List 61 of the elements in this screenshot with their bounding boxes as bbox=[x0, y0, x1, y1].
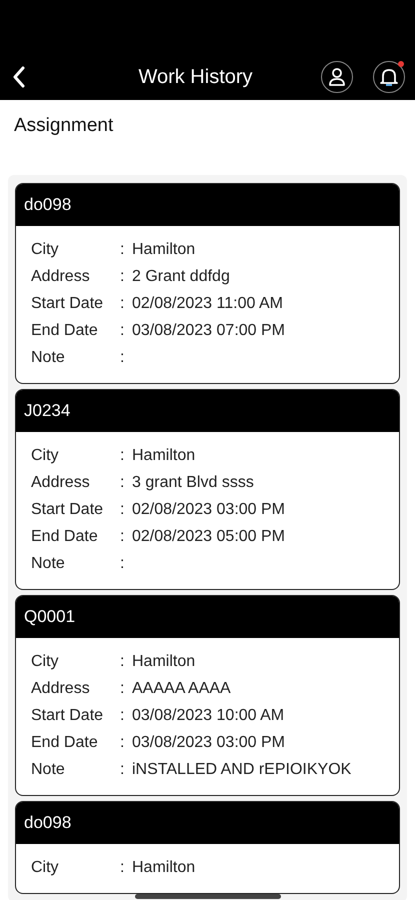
field-value: 03/08/2023 07:00 PM bbox=[132, 322, 286, 340]
page-title: Work History bbox=[137, 66, 254, 88]
field-label: Start Date bbox=[31, 500, 104, 518]
field-value: 03/08/2023 10:00 AM bbox=[132, 706, 284, 724]
field-value: 02/08/2023 05:00 PM bbox=[132, 528, 286, 546]
notification-button[interactable] bbox=[373, 61, 405, 93]
field-colon: : bbox=[120, 294, 126, 312]
field-label: Start Date bbox=[31, 294, 104, 312]
field-value: 03/08/2023 03:00 PM bbox=[132, 734, 286, 752]
field-colon: : bbox=[120, 322, 126, 340]
field-colon: : bbox=[120, 706, 126, 724]
field-label: Address bbox=[31, 680, 91, 698]
assignment-code: do098 bbox=[24, 813, 72, 833]
field-colon: : bbox=[120, 268, 126, 286]
field-value: AAAAA AAAA bbox=[132, 680, 231, 698]
field-label: City bbox=[31, 858, 60, 876]
assignment-code: J0234 bbox=[24, 401, 70, 421]
field-label: City bbox=[31, 652, 60, 670]
field-label: Note bbox=[31, 760, 66, 778]
field-colon: : bbox=[120, 760, 126, 778]
field-colon: : bbox=[120, 528, 126, 546]
field-colon: : bbox=[120, 500, 126, 518]
field-value: Hamilton bbox=[132, 858, 196, 876]
field-label: City bbox=[31, 240, 60, 258]
field-value: iNSTALLED AND rEPIOIKYOK bbox=[132, 760, 352, 778]
back-icon bbox=[12, 66, 26, 88]
assignment-card[interactable]: J0234 City : Hamilton Address : 3 grant Blvd ssss Start Date : 02/08/2023 03:00 PM End Date : 02/08/2023 05:00 PM Note : bbox=[15, 389, 400, 590]
profile-button[interactable] bbox=[321, 61, 353, 93]
field-colon: : bbox=[120, 348, 126, 366]
field-value: Hamilton bbox=[132, 446, 196, 464]
assignment-code: do098 bbox=[24, 195, 72, 215]
field-label: Address bbox=[31, 474, 91, 492]
field-value: 3 grant Blvd ssss bbox=[132, 474, 254, 492]
field-label: Note bbox=[31, 348, 66, 366]
field-value: 02/08/2023 03:00 PM bbox=[132, 500, 286, 518]
field-label: End Date bbox=[31, 528, 99, 546]
assignment-code: Q0001 bbox=[24, 607, 76, 627]
field-colon: : bbox=[120, 446, 126, 464]
field-value: 2 Grant ddfdg bbox=[132, 268, 230, 286]
field-value: Hamilton bbox=[132, 652, 196, 670]
field-colon: : bbox=[120, 652, 126, 670]
field-colon: : bbox=[120, 734, 126, 752]
assignment-card[interactable]: Q0001 City : Hamilton Address : AAAAA AAAA Start Date : 03/08/2023 10:00 AM End Date : 03/08/2023 03:00 PM Note : iNSTALLED AND rEPIOIKYOK bbox=[15, 595, 400, 796]
field-label: End Date bbox=[31, 322, 99, 340]
field-label: Note bbox=[31, 554, 66, 572]
field-colon: : bbox=[120, 680, 126, 698]
field-label: Address bbox=[31, 268, 91, 286]
bell-icon bbox=[380, 67, 398, 87]
section-title: Assignment bbox=[13, 114, 114, 138]
field-label: Start Date bbox=[31, 706, 104, 724]
person-icon bbox=[328, 67, 346, 87]
field-value: 02/08/2023 11:00 AM bbox=[132, 294, 283, 312]
field-label: End Date bbox=[31, 734, 99, 752]
field-colon: : bbox=[120, 554, 126, 572]
field-colon: : bbox=[120, 858, 126, 876]
field-value: Hamilton bbox=[132, 240, 196, 258]
field-colon: : bbox=[120, 474, 126, 492]
assignment-card[interactable]: do098 City : Hamilton Address : 2 Grant ddfdg Start Date : 02/08/2023 11:00 AM End Date : 03/08/2023 07:00 PM Note : bbox=[15, 183, 400, 384]
field-colon: : bbox=[120, 240, 126, 258]
field-label: City bbox=[31, 446, 60, 464]
assignment-card[interactable]: do098 City : Hamilton bbox=[15, 801, 400, 894]
